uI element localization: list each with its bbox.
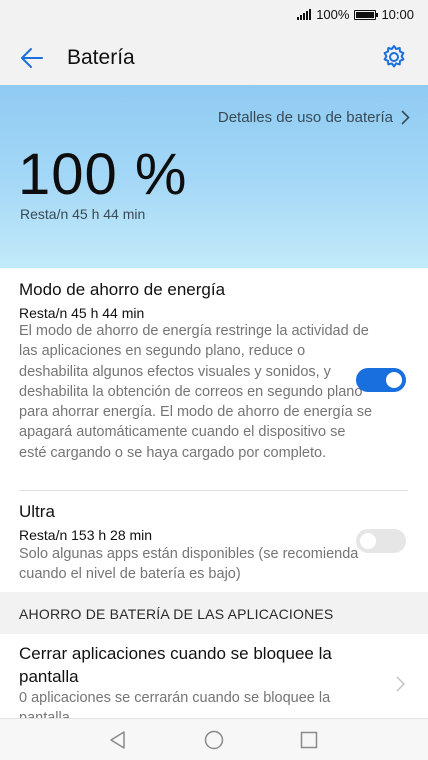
nav-back-button[interactable] bbox=[107, 729, 129, 751]
section-title: AHORRO DE BATERÍA DE LAS APLICACIONES bbox=[19, 606, 334, 622]
power-saving-title: Modo de ahorro de energía bbox=[19, 280, 226, 299]
ultra-description: Solo algunas apps están disponibles (se … bbox=[19, 546, 359, 583]
battery-summary: Detalles de uso de batería 100 % Resta/n… bbox=[0, 85, 428, 268]
ultra-title: Ultra bbox=[19, 502, 55, 521]
arrow-left-icon bbox=[21, 48, 43, 68]
battery-percent: 100% bbox=[316, 7, 350, 22]
status-indicators: 100% 10:00 bbox=[297, 7, 414, 22]
power-saving-remaining: Resta/n 45 h 44 min bbox=[19, 305, 145, 321]
battery-usage-details-link[interactable]: Detalles de uso de batería bbox=[218, 109, 410, 126]
page-title: Batería bbox=[67, 46, 135, 69]
chevron-right-icon bbox=[401, 110, 410, 125]
power-saving-toggle[interactable] bbox=[356, 368, 406, 392]
ultra-remaining: Resta/n 153 h 28 min bbox=[19, 527, 153, 543]
chevron-right-icon bbox=[396, 676, 406, 692]
settings-button[interactable] bbox=[380, 43, 408, 71]
back-button[interactable] bbox=[18, 44, 46, 72]
divider bbox=[19, 490, 408, 491]
remaining-time: Resta/n 45 h 44 min bbox=[20, 206, 146, 222]
nav-recents-button[interactable] bbox=[298, 729, 320, 751]
status-bar: 100% 10:00 bbox=[0, 0, 428, 30]
battery-level: 100 % bbox=[18, 142, 188, 207]
square-recents-icon bbox=[300, 731, 318, 749]
nav-home-button[interactable] bbox=[203, 729, 225, 751]
battery-icon bbox=[354, 9, 379, 20]
circle-home-icon bbox=[204, 730, 224, 750]
power-modes-card: Modo de ahorro de energía Resta/n 45 h 4… bbox=[0, 268, 428, 592]
section-header: AHORRO DE BATERÍA DE LAS APLICACIONES bbox=[0, 592, 428, 634]
triangle-back-icon bbox=[110, 731, 125, 749]
gear-icon bbox=[383, 45, 405, 68]
signal-icon bbox=[297, 9, 312, 20]
clock: 10:00 bbox=[381, 7, 414, 22]
app-bar: Batería bbox=[0, 30, 428, 85]
close-apps-title: Cerrar aplicaciones cuando se bloquee la… bbox=[19, 644, 332, 686]
close-apps-row[interactable]: Cerrar aplicaciones cuando se bloquee la… bbox=[0, 634, 428, 718]
close-apps-description: 0 aplicaciones se cerrarán cuando se blo… bbox=[19, 690, 331, 718]
navigation-bar bbox=[0, 718, 428, 760]
power-saving-description: El modo de ahorro de energía restringe l… bbox=[19, 323, 373, 461]
details-label: Detalles de uso de batería bbox=[217, 109, 393, 126]
ultra-toggle[interactable] bbox=[356, 529, 406, 553]
